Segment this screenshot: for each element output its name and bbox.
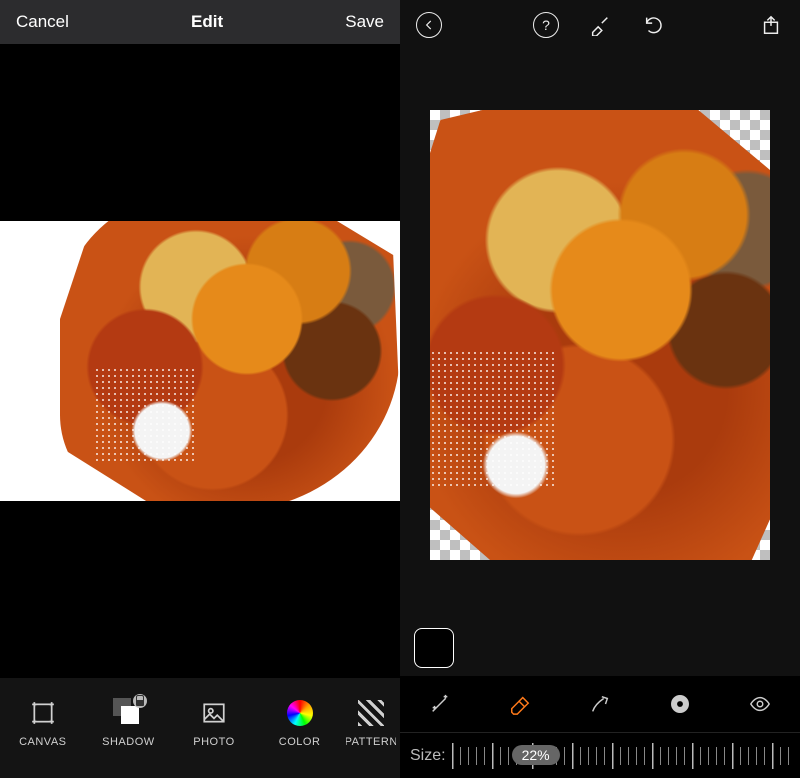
eraser-tool[interactable] <box>507 691 533 717</box>
right-header: ? <box>400 0 800 50</box>
tool-color[interactable]: COLOR <box>261 698 339 748</box>
help-button[interactable]: ? <box>533 12 559 38</box>
tool-label: PHOTO <box>193 736 234 748</box>
subject-image <box>430 110 770 560</box>
right-bottom-toolbar <box>400 676 800 732</box>
preview-eye-tool[interactable] <box>747 691 773 717</box>
left-bottom-toolbar: CANVAS SHADOW PHOTO COLOR PATTERN <box>0 678 400 778</box>
right-canvas-area[interactable] <box>400 50 800 620</box>
right-editor-pane: ? <box>400 0 800 778</box>
left-canvas-area[interactable] <box>0 44 400 678</box>
color-wheel-icon <box>285 698 315 728</box>
size-label: Size: <box>410 747 446 765</box>
magic-wand-tool[interactable] <box>427 691 453 717</box>
tool-photo[interactable]: PHOTO <box>175 698 253 748</box>
canvas-white-background <box>0 221 400 501</box>
tool-pattern[interactable]: PATTERN <box>346 698 396 748</box>
tool-label: CANVAS <box>19 736 66 748</box>
tool-label: COLOR <box>279 736 321 748</box>
left-header: Cancel Edit Save <box>0 0 400 44</box>
tool-canvas[interactable]: CANVAS <box>4 698 82 748</box>
size-value-bubble: 22% <box>512 745 560 765</box>
target-tool[interactable] <box>667 691 693 717</box>
left-editor-pane: Cancel Edit Save CANVAS SHADOW PHOTO <box>0 0 400 778</box>
shadow-layers-icon <box>113 698 143 728</box>
subject-image <box>60 221 400 501</box>
back-button[interactable] <box>416 12 442 38</box>
save-button[interactable]: Save <box>345 12 384 32</box>
undo-button[interactable] <box>641 12 667 38</box>
color-swatch[interactable] <box>414 628 454 668</box>
canvas-frame-icon <box>28 698 58 728</box>
pattern-stripes-icon <box>356 698 386 728</box>
swatch-row <box>400 620 800 676</box>
share-button[interactable] <box>758 12 784 38</box>
photo-icon <box>199 698 229 728</box>
transparency-checker-canvas <box>430 110 770 560</box>
size-slider-row: Size: 22% <box>400 732 800 778</box>
tool-label: SHADOW <box>102 736 155 748</box>
tool-shadow[interactable]: SHADOW <box>89 698 167 748</box>
tool-label: PATTERN <box>346 736 396 748</box>
brush-clean-button[interactable] <box>587 12 613 38</box>
right-header-group: ? <box>533 12 667 38</box>
size-ruler-slider[interactable]: 22% <box>452 741 790 771</box>
restore-brush-tool[interactable] <box>587 691 613 717</box>
cancel-button[interactable]: Cancel <box>16 12 69 32</box>
lock-icon <box>133 694 147 708</box>
edit-title: Edit <box>191 12 223 32</box>
